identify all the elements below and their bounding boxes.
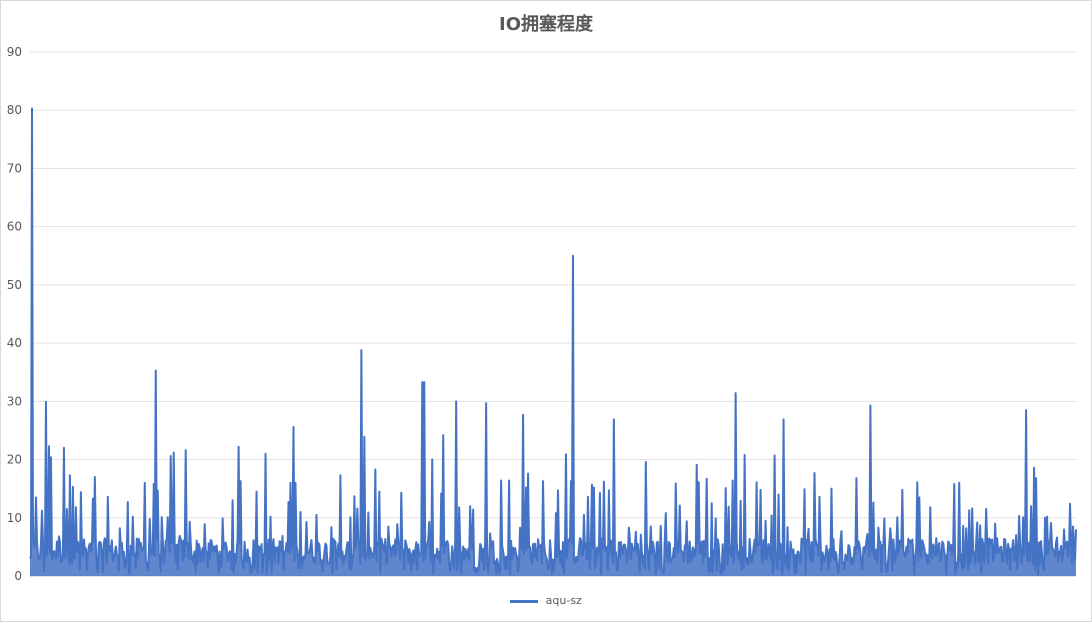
y-axis-ticks: 0 10 20 30 40 50 60 70 80 90 bbox=[7, 45, 22, 583]
y-tick-label: 60 bbox=[7, 220, 22, 234]
y-tick-label: 10 bbox=[7, 511, 22, 525]
series-line-aqu-sz[interactable] bbox=[29, 107, 1077, 576]
legend-label: aqu-sz bbox=[545, 594, 582, 607]
y-tick-label: 30 bbox=[7, 394, 22, 408]
legend[interactable]: aqu-sz bbox=[0, 594, 1092, 607]
y-tick-label: 70 bbox=[7, 161, 22, 175]
series-aqu-sz bbox=[29, 107, 1077, 576]
y-tick-label: 50 bbox=[7, 278, 22, 292]
y-tick-label: 40 bbox=[7, 336, 22, 350]
y-tick-label: 80 bbox=[7, 103, 22, 117]
y-tick-label: 90 bbox=[7, 45, 22, 59]
legend-swatch bbox=[510, 599, 539, 603]
y-tick-label: 20 bbox=[7, 453, 22, 467]
chart-svg: 0 10 20 30 40 50 60 70 80 90 bbox=[7, 45, 1077, 583]
y-tick-label: 0 bbox=[14, 569, 22, 583]
